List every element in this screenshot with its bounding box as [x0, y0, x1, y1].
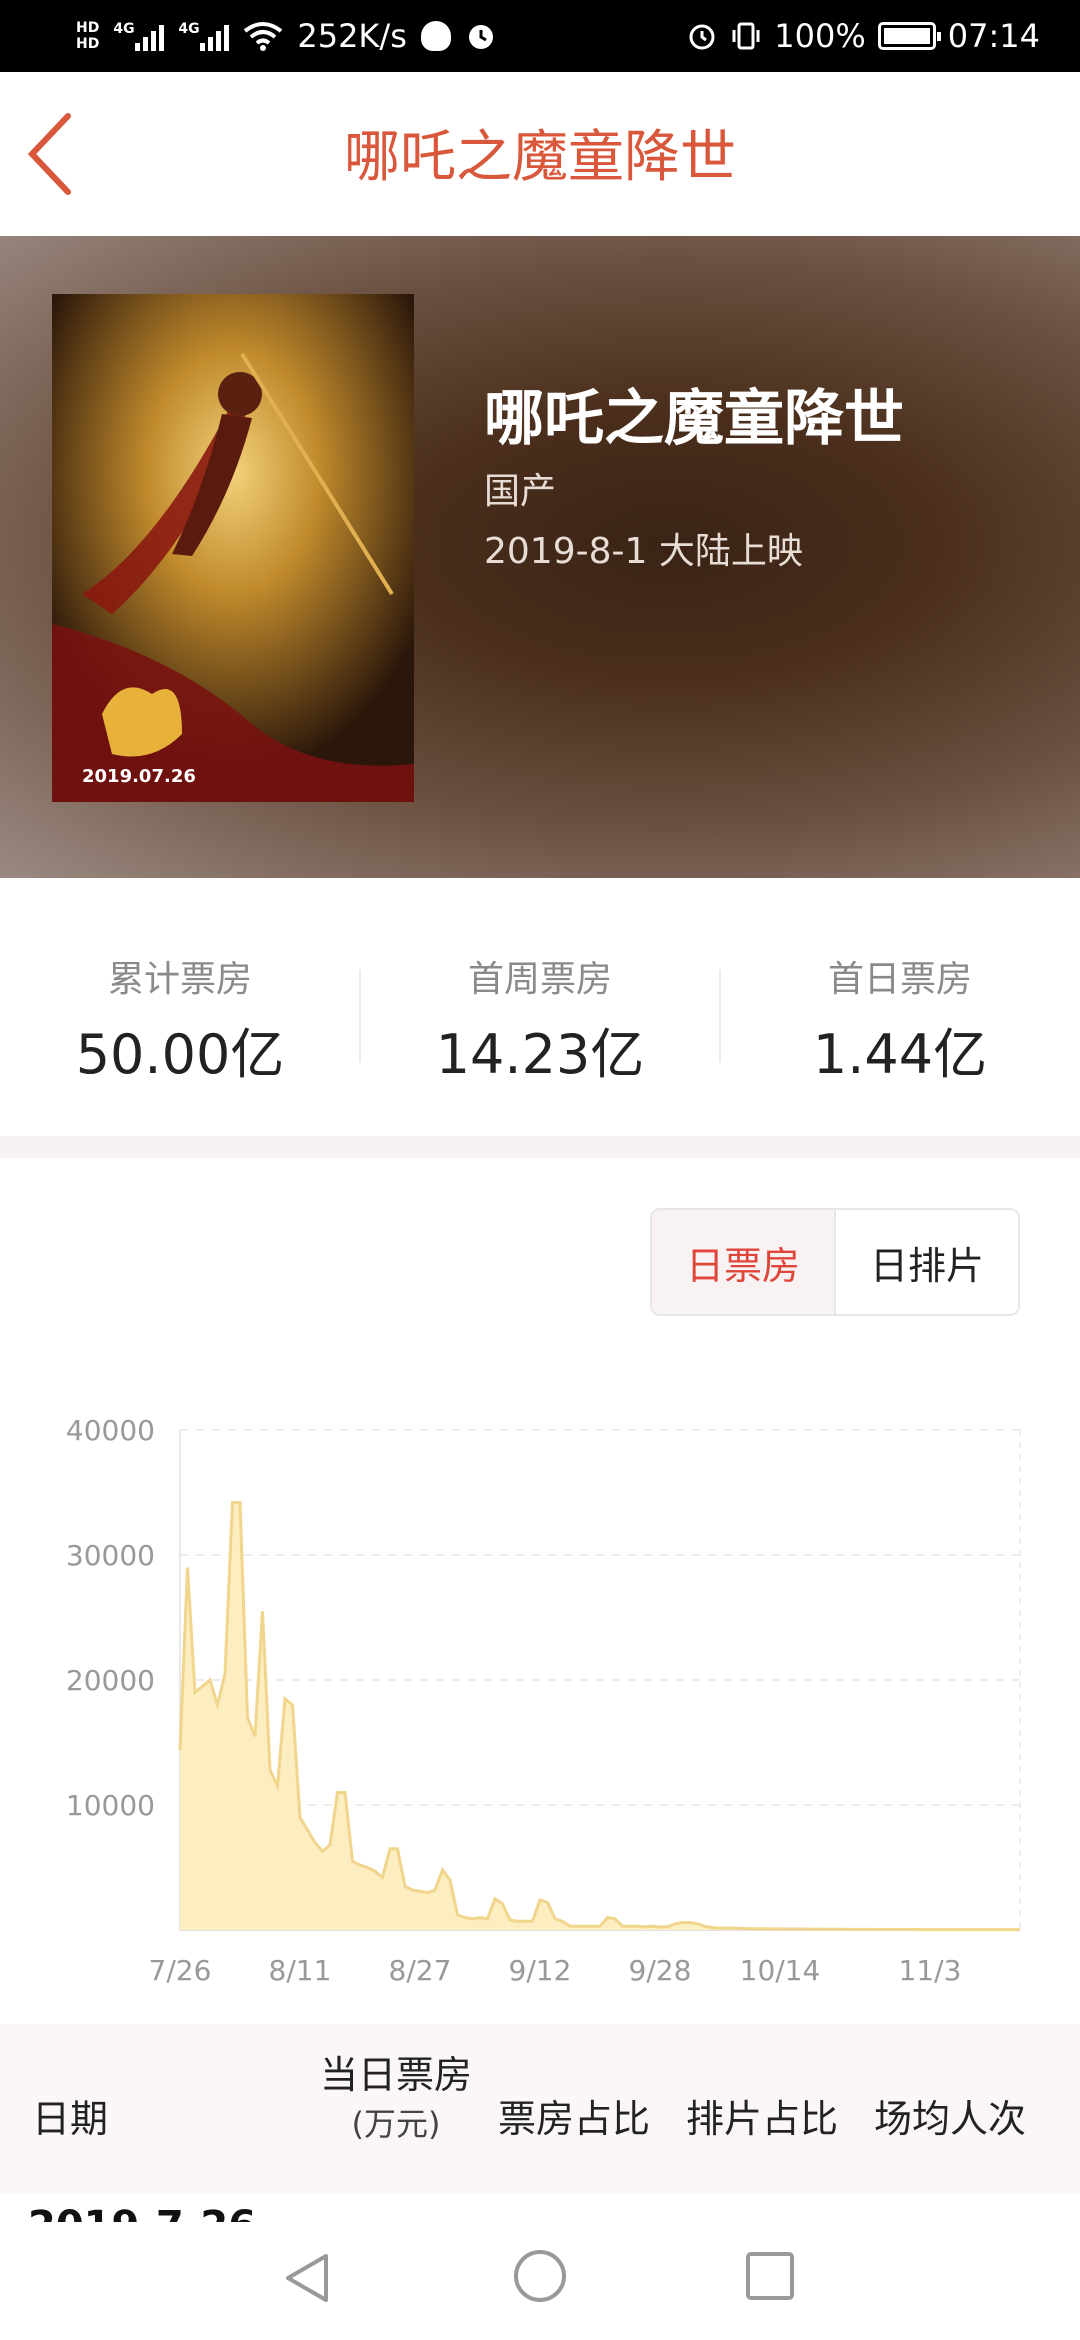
movie-poster[interactable]: 2019.07.26: [52, 294, 414, 802]
y-tick-label: 20000: [66, 1664, 155, 1697]
y-tick-label: 30000: [66, 1539, 155, 1572]
triangle-back-icon[interactable]: [282, 2250, 332, 2306]
col-screen-share: 排片占比: [686, 2097, 839, 2141]
clock: 07:14: [947, 17, 1040, 55]
nav-bar: 哪吒之魔童降世: [0, 72, 1080, 236]
movie-release: 2019-8-1 大陆上映: [484, 531, 803, 572]
box-office-chart: 40000 30000 20000 10000 7/26 8/11 8/27 9/12 9/28…: [0, 1380, 1080, 2000]
signal-icon-2: 4G: [178, 21, 230, 51]
status-bar: HD HD 4G 4G 252K/s 100% 07:14: [0, 0, 1080, 72]
box-office-stats: 累计票房 50.00亿 首周票房 14.23亿 首日票房 1.44亿: [0, 878, 1080, 1136]
signal-tag: 4G: [113, 21, 135, 37]
stat-first-day: 首日票房 1.44亿: [720, 950, 1080, 1089]
battery-icon: [877, 22, 941, 50]
poster-art-icon: [52, 294, 414, 802]
hd-badge-bottom: HD: [76, 36, 100, 52]
qq-icon: [420, 21, 451, 51]
page-title: 哪吒之魔童降世: [344, 125, 736, 190]
vibrate-icon: [732, 22, 760, 50]
square-recents-icon[interactable]: [744, 2250, 796, 2302]
x-tick-label: 7/26: [149, 1954, 212, 1987]
y-tick-label: 10000: [66, 1789, 155, 1822]
col-avg-attendance: 场均人次: [874, 2097, 1027, 2141]
x-tick-label: 9/12: [509, 1954, 572, 1987]
daily-screenings-tab[interactable]: 日排片: [836, 1210, 1018, 1314]
signal-tag-2: 4G: [178, 21, 200, 37]
circle-home-icon[interactable]: [512, 2248, 568, 2304]
x-tick-label: 9/28: [629, 1954, 692, 1987]
stat-first-week: 首周票房 14.23亿: [360, 950, 720, 1089]
network-speed: 252K/s: [297, 17, 407, 55]
stat-total-label: 累计票房: [107, 959, 252, 1000]
col-box-office-unit: (万元): [351, 2105, 441, 2143]
status-left: HD HD 4G 4G 252K/s: [76, 0, 497, 72]
alarm-icon: [689, 24, 715, 50]
movie-origin: 国产: [484, 471, 557, 512]
stat-first-day-value: 1.44亿: [812, 1023, 988, 1086]
stat-first-week-value: 14.23亿: [435, 1023, 645, 1086]
signal-icon: 4G: [113, 21, 165, 51]
stat-first-day-label: 首日票房: [827, 959, 972, 1000]
col-box-office-label: 当日票房: [319, 2053, 472, 2097]
hd-badge: HD HD: [76, 20, 99, 52]
alarm-clock-icon: [468, 25, 493, 49]
stat-total-value: 50.00亿: [75, 1023, 285, 1086]
col-box-office: 当日票房 (万元): [312, 2044, 480, 2145]
x-tick-label: 10/14: [740, 1954, 821, 1987]
wifi-icon: [244, 22, 283, 51]
x-tick-label: 8/11: [269, 1954, 332, 1987]
area-fill: [180, 1502, 1020, 1930]
movie-title: 哪吒之魔童降世: [484, 384, 904, 454]
movie-hero: 2019.07.26 哪吒之魔童降世 国产 2019-8-1 大陆上映: [0, 236, 1080, 878]
chart-mode-toggle: 日票房 日排片: [650, 1208, 1020, 1316]
x-tick-label: 8/27: [389, 1954, 452, 1987]
hd-badge-top: HD: [76, 20, 100, 36]
poster-date: 2019.07.26: [82, 766, 196, 787]
battery-percent: 100%: [774, 17, 866, 55]
y-tick-label: 40000: [66, 1414, 155, 1447]
status-right: 100% 07:14: [686, 0, 1040, 72]
col-date: 日期: [32, 2097, 109, 2141]
stat-total: 累计票房 50.00亿: [0, 950, 360, 1089]
daily-box-office-tab[interactable]: 日票房: [652, 1210, 836, 1314]
chart-svg: 40000 30000 20000 10000 7/26 8/11 8/27 9/12 9/28…: [66, 1414, 1021, 1987]
section-divider: [0, 1136, 1080, 1158]
stat-first-week-label: 首周票房: [467, 959, 612, 1000]
x-tick-label: 11/3: [899, 1954, 962, 1987]
table-header: 日期 当日票房 (万元) 票房占比 排片占比 场均人次: [0, 2024, 1080, 2194]
system-nav-bar: [0, 2222, 1080, 2340]
col-box-share: 票房占比: [498, 2097, 651, 2141]
